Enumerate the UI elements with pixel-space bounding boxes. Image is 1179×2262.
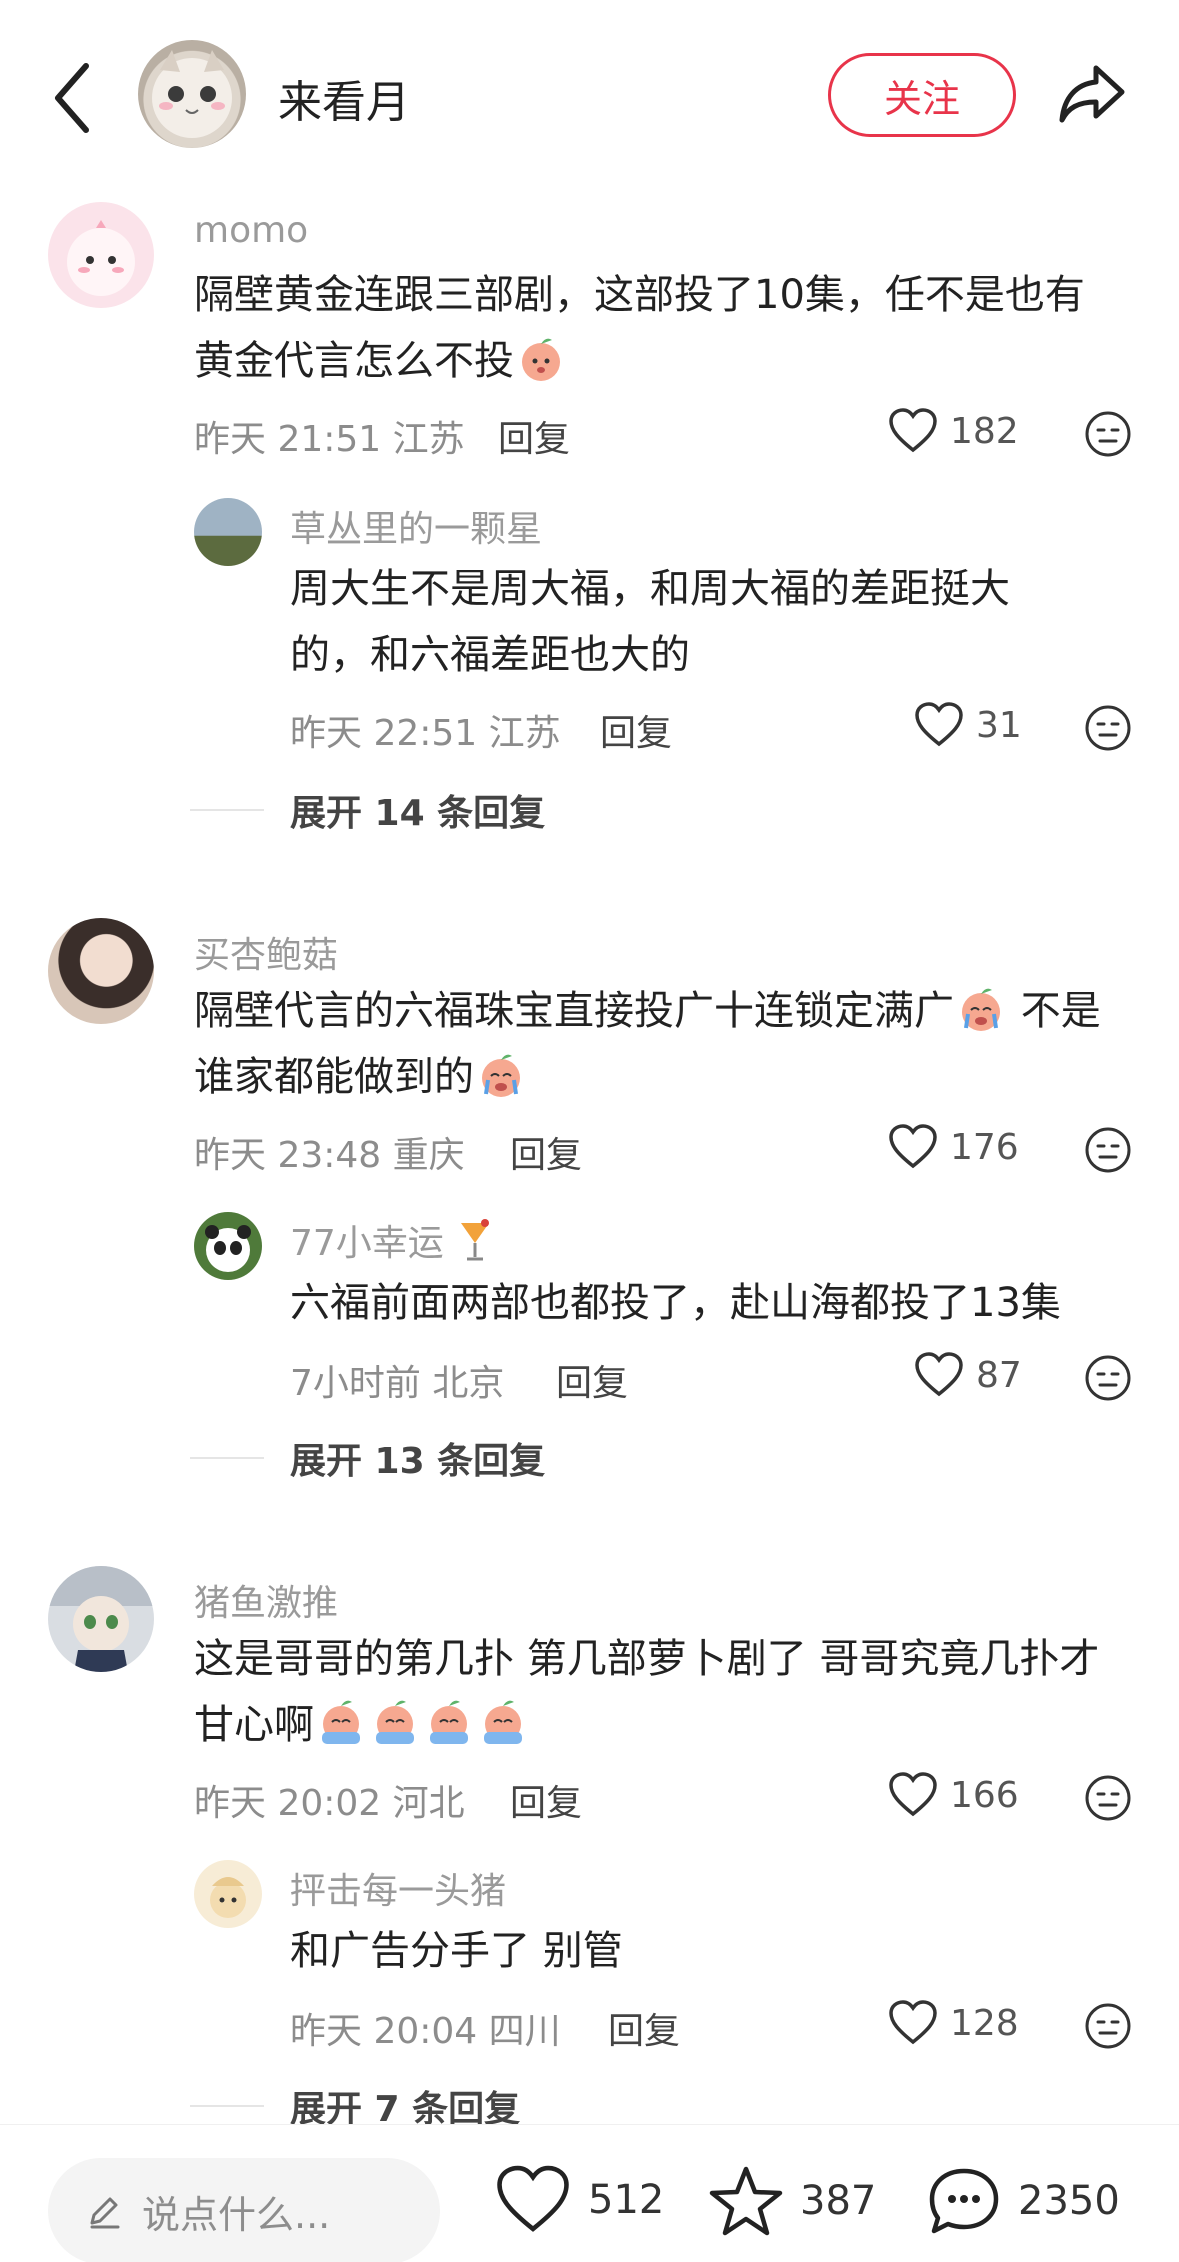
like-button[interactable]: 31 [914, 702, 1022, 748]
reply-time-location: 7小时前 北京 [290, 1363, 505, 1404]
crying-emoji-icon [962, 988, 1000, 1031]
heart-icon [889, 1124, 937, 1169]
divider-line [190, 809, 264, 811]
share-icon[interactable] [1056, 60, 1128, 128]
like-count: 87 [976, 1354, 1022, 1396]
divider-line [190, 2105, 264, 2107]
like-button[interactable]: 182 [888, 408, 1019, 454]
follow-button[interactable]: 关注 [828, 53, 1016, 137]
reply-time-location: 昨天 20:04 四川 [290, 2011, 561, 2052]
reply-button[interactable]: 回复 [556, 1354, 628, 1406]
reply-name[interactable]: 草丛里的一颗星 [290, 500, 542, 552]
bottom-action-bar: 说点什么... 512 387 2350 [0, 2124, 1179, 2262]
dislike-face-icon[interactable] [1084, 704, 1132, 752]
comments-button[interactable]: 2350 [926, 2165, 1120, 2237]
crying-emoji-icon [322, 1700, 360, 1744]
reply-avatar[interactable] [194, 498, 262, 566]
comment-time-location: 昨天 21:51 江苏 [194, 419, 465, 460]
reply-button[interactable]: 回复 [608, 2002, 680, 2054]
dislike-face-icon[interactable] [1084, 2002, 1132, 2050]
commenter-avatar[interactable] [48, 1566, 154, 1672]
expand-replies-label: 展开 14 条回复 [290, 793, 546, 834]
commenter-name[interactable]: momo [194, 210, 308, 251]
comment-bubble-icon [929, 2168, 999, 2234]
expand-replies-label: 展开 13 条回复 [290, 1441, 546, 1482]
commenter-avatar[interactable] [48, 202, 154, 308]
comment-text: 隔壁代言的六福珠宝直接投广十连锁定满广 不是谁家都能做到的 [194, 978, 1124, 1110]
divider-line [190, 1457, 264, 1459]
reply-text: 周大生不是周大福，和周大福的差距挺大的，和六福差距也大的 [290, 566, 1010, 678]
like-count: 128 [950, 2002, 1019, 2044]
commenter-name[interactable]: 买杏鲍菇 [194, 926, 338, 978]
top-bar: 来看月 关注 [0, 0, 1179, 190]
comment-count: 2350 [1018, 2178, 1120, 2224]
star-icon [709, 2166, 783, 2236]
reply-text: 和广告分手了 别管 [290, 1928, 623, 1974]
crying-emoji-icon [376, 1700, 414, 1744]
pencil-icon [90, 2197, 120, 2229]
heart-icon [497, 2165, 569, 2232]
author-avatar[interactable] [138, 40, 246, 148]
like-post-button[interactable]: 512 [494, 2165, 664, 2235]
comment-input-placeholder: 说点什么... [142, 2192, 331, 2237]
reply-time-location: 昨天 22:51 江苏 [290, 713, 561, 754]
crying-emoji-icon [430, 1700, 468, 1744]
back-icon[interactable] [50, 58, 98, 138]
dislike-face-icon[interactable] [1084, 1354, 1132, 1402]
heart-icon [915, 1352, 963, 1397]
crying-emoji-icon [484, 1700, 522, 1744]
comment-text-content: 隔壁黄金连跟三部剧，这部投了10集，任不是也有黄金代言怎么不投 [194, 272, 1085, 384]
reply-name[interactable]: 抨击每一头猪 [290, 1862, 506, 1914]
cocktail-icon [461, 1219, 490, 1261]
like-button[interactable]: 87 [914, 1352, 1022, 1398]
like-button[interactable]: 166 [888, 1772, 1019, 1818]
reply-button[interactable]: 回复 [510, 1126, 582, 1178]
post-like-count: 512 [588, 2177, 665, 2223]
comment-text: 隔壁黄金连跟三部剧，这部投了10集，任不是也有黄金代言怎么不投 [194, 262, 1124, 394]
reply-button[interactable]: 回复 [510, 1774, 582, 1826]
dislike-face-icon[interactable] [1084, 410, 1132, 458]
peach-emoji-icon [522, 338, 560, 381]
collect-count: 387 [800, 2178, 877, 2224]
reply-avatar[interactable] [194, 1860, 262, 1928]
commenter-avatar[interactable] [48, 918, 154, 1024]
comment-text: 这是哥哥的第几扑 第几部萝卜剧了 哥哥究竟几扑才甘心啊 [194, 1626, 1124, 1758]
heart-icon [889, 2000, 937, 2045]
reply-name[interactable]: 77小幸运 [290, 1214, 495, 1266]
dislike-face-icon[interactable] [1084, 1774, 1132, 1822]
comment-input[interactable]: 说点什么... [48, 2158, 440, 2262]
heart-icon [915, 702, 963, 747]
comment-time-location: 昨天 23:48 重庆 [194, 1135, 465, 1176]
like-count: 31 [976, 704, 1022, 746]
reply-avatar[interactable] [194, 1212, 262, 1280]
like-button[interactable]: 128 [888, 2000, 1019, 2046]
like-button[interactable]: 176 [888, 1124, 1019, 1170]
comment-time-location: 昨天 20:02 河北 [194, 1783, 465, 1824]
collect-button[interactable]: 387 [708, 2165, 876, 2237]
reply-button[interactable]: 回复 [498, 410, 570, 462]
comment-text-content: 隔壁代言的六福珠宝直接投广十连锁定满广 [194, 988, 954, 1034]
like-count: 166 [950, 1774, 1019, 1816]
heart-icon [889, 1772, 937, 1817]
crying-emoji-icon [482, 1054, 520, 1097]
reply-name-text: 77小幸运 [290, 1223, 444, 1264]
heart-icon [889, 408, 937, 453]
like-count: 182 [950, 410, 1019, 452]
dislike-face-icon[interactable] [1084, 1126, 1132, 1174]
reply-button[interactable]: 回复 [600, 704, 672, 756]
author-name[interactable]: 来看月 [278, 66, 410, 130]
commenter-name[interactable]: 猪鱼激推 [194, 1574, 338, 1626]
expand-replies[interactable]: 展开 14 条回复 [190, 784, 545, 836]
reply-text: 六福前面两部也都投了，赴山海都投了13集 [290, 1280, 1061, 1326]
like-count: 176 [950, 1126, 1019, 1168]
expand-replies[interactable]: 展开 13 条回复 [190, 1432, 545, 1484]
